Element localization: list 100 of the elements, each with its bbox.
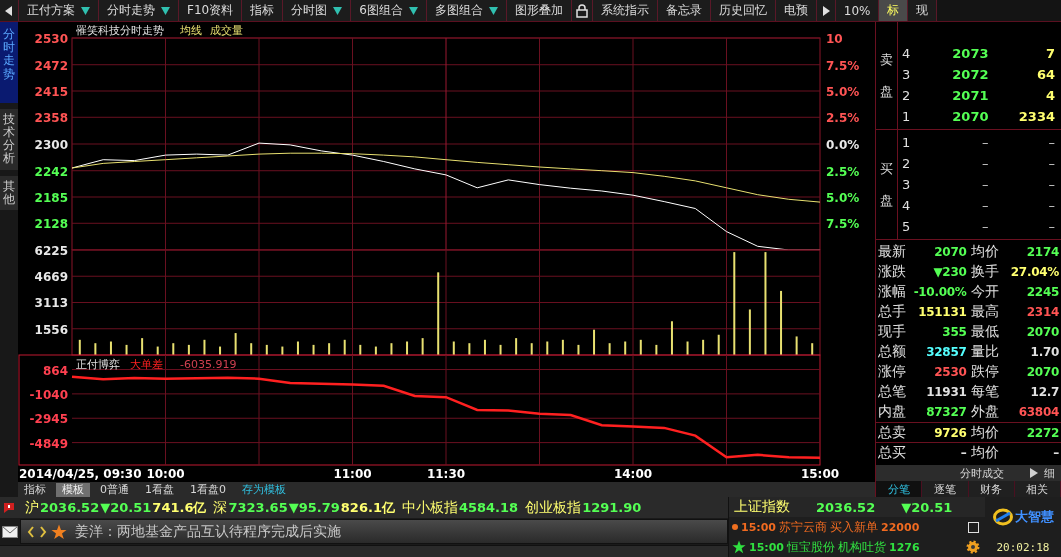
quote-value: 355 bbox=[941, 325, 968, 339]
toolbar-button[interactable]: 指标 bbox=[242, 0, 284, 21]
quote-value: 2530 bbox=[933, 365, 968, 379]
volume-bar bbox=[250, 343, 253, 355]
gear-icon[interactable] bbox=[966, 540, 980, 554]
toolbar-button[interactable]: 现 bbox=[908, 0, 938, 21]
volume-bar bbox=[343, 339, 346, 355]
bid-volume: – bbox=[1047, 219, 1056, 234]
legend-label: 成交量 bbox=[210, 24, 243, 37]
level-number: 3 bbox=[901, 67, 912, 82]
volume-bar bbox=[312, 344, 315, 355]
quote-value: 2245 bbox=[1025, 285, 1060, 299]
volume-bar bbox=[359, 344, 362, 355]
toolbar-button[interactable]: 备忘录 bbox=[657, 0, 711, 21]
volume-bar bbox=[468, 343, 471, 355]
next-icon[interactable] bbox=[39, 525, 47, 538]
bid-volume: – bbox=[1047, 177, 1056, 192]
toolbar-button[interactable]: 系统指示 bbox=[592, 0, 658, 21]
toolbar-button[interactable]: 历史回忆 bbox=[710, 0, 776, 21]
quote-label: 总手 bbox=[877, 303, 906, 321]
axis-label: 2530 bbox=[34, 32, 68, 46]
axis-label: 1556 bbox=[34, 322, 68, 337]
bid-price: 2071 bbox=[951, 88, 989, 103]
quote-label: 均价 bbox=[969, 423, 999, 442]
toolbar-button[interactable]: 分时图 bbox=[283, 0, 352, 21]
volume-bar bbox=[546, 341, 549, 355]
index-change: ▼95.79 bbox=[288, 500, 340, 515]
toolbar-button[interactable]: 图形叠加 bbox=[506, 0, 572, 21]
toolbar-button[interactable]: F10资料 bbox=[179, 0, 243, 21]
toolbar-button[interactable]: 10% bbox=[835, 0, 880, 21]
bid-price: – bbox=[981, 135, 989, 150]
volume-bar bbox=[670, 321, 673, 355]
legend-label: 均线 bbox=[180, 24, 202, 37]
quote-label: 总额 bbox=[877, 343, 906, 361]
turnover-amount: 826.1亿 bbox=[340, 498, 395, 517]
quote-label: 外盘 bbox=[969, 403, 999, 421]
detail-tab[interactable]: 逐笔 bbox=[922, 481, 969, 497]
quote-value: ▼230 bbox=[932, 265, 968, 279]
bid-volume: – bbox=[1047, 156, 1056, 171]
axis-label: -2945 bbox=[29, 412, 68, 427]
alert-volume: 1276 bbox=[889, 540, 920, 554]
axis-label: 2300 bbox=[34, 138, 68, 152]
template-tab[interactable]: 模板 bbox=[56, 482, 90, 497]
quote-value: 12.7 bbox=[1029, 385, 1060, 399]
quote-label: 现手 bbox=[877, 323, 906, 341]
axis-label: 2.5% bbox=[826, 111, 860, 126]
detail-tab[interactable]: 财务 bbox=[968, 481, 1015, 497]
volume-bar bbox=[639, 339, 642, 355]
axis-label: 2415 bbox=[34, 85, 68, 99]
back-button[interactable] bbox=[0, 0, 19, 21]
toolbar-button[interactable]: 6图组合 bbox=[351, 0, 427, 21]
alert-icon[interactable] bbox=[2, 500, 16, 515]
side-label: 卖盘 bbox=[876, 22, 898, 129]
volume-bar bbox=[452, 341, 455, 355]
template-tab[interactable]: 0普通 bbox=[94, 482, 135, 497]
mail-icon[interactable] bbox=[2, 525, 18, 538]
index-change: ▼20.51 bbox=[100, 500, 152, 515]
quote-value: – bbox=[959, 445, 968, 460]
volume-bar bbox=[265, 344, 268, 355]
volume-bar bbox=[328, 343, 331, 355]
toolbar-button[interactable]: 分时走势 bbox=[99, 0, 179, 21]
bid-volume: 4 bbox=[1044, 88, 1056, 103]
axis-label: 2128 bbox=[34, 217, 68, 232]
lock-button[interactable] bbox=[571, 0, 593, 21]
level-number: 4 bbox=[901, 198, 912, 213]
quote-label: 最高 bbox=[969, 303, 999, 321]
toolbar-button[interactable]: 电预 bbox=[775, 0, 817, 21]
volume-bar bbox=[702, 339, 705, 355]
toolbar-button[interactable]: 正付方案 bbox=[19, 0, 99, 21]
detail-button[interactable]: 细 bbox=[1044, 465, 1055, 481]
bid-price: 2072 bbox=[951, 67, 989, 82]
detail-tab[interactable]: 分笔 bbox=[876, 481, 923, 497]
side-tab[interactable]: 分时走势 bbox=[0, 22, 18, 103]
axis-label: 5.0% bbox=[826, 85, 860, 99]
volume-bar bbox=[686, 341, 689, 355]
side-tab[interactable]: 其他 bbox=[0, 175, 18, 210]
quote-value: 1.70 bbox=[1029, 345, 1060, 359]
quote-value: -10.00% bbox=[912, 285, 968, 299]
toolbar-button[interactable]: 标 bbox=[879, 0, 909, 21]
axis-label: -4849 bbox=[29, 436, 68, 451]
bid-volume: 2334 bbox=[1017, 109, 1056, 124]
previous-icon[interactable] bbox=[27, 525, 35, 538]
template-tab[interactable]: 1看盘0 bbox=[184, 482, 232, 497]
side-tab[interactable]: 技术分析 bbox=[0, 108, 18, 170]
volume-bar bbox=[530, 343, 533, 355]
toolbar-button[interactable]: 多图组合 bbox=[426, 0, 507, 21]
save-template-link[interactable]: 存为模板 bbox=[236, 482, 292, 497]
time-label: 14:00 bbox=[613, 467, 653, 481]
axis-label: 2242 bbox=[34, 164, 68, 179]
template-tab[interactable]: 1看盘 bbox=[139, 482, 180, 497]
volume-bar bbox=[219, 346, 222, 355]
detail-tab[interactable]: 相关 bbox=[1014, 481, 1061, 497]
quote-value: 9726 bbox=[933, 425, 968, 440]
checkbox-icon[interactable] bbox=[967, 521, 979, 533]
bid-volume: – bbox=[1047, 135, 1056, 150]
bid-price: – bbox=[981, 177, 989, 192]
template-tab[interactable]: 指标 bbox=[18, 482, 52, 497]
volume-bar bbox=[515, 338, 518, 355]
volume-bar bbox=[717, 334, 720, 355]
volume-bar bbox=[187, 344, 190, 355]
